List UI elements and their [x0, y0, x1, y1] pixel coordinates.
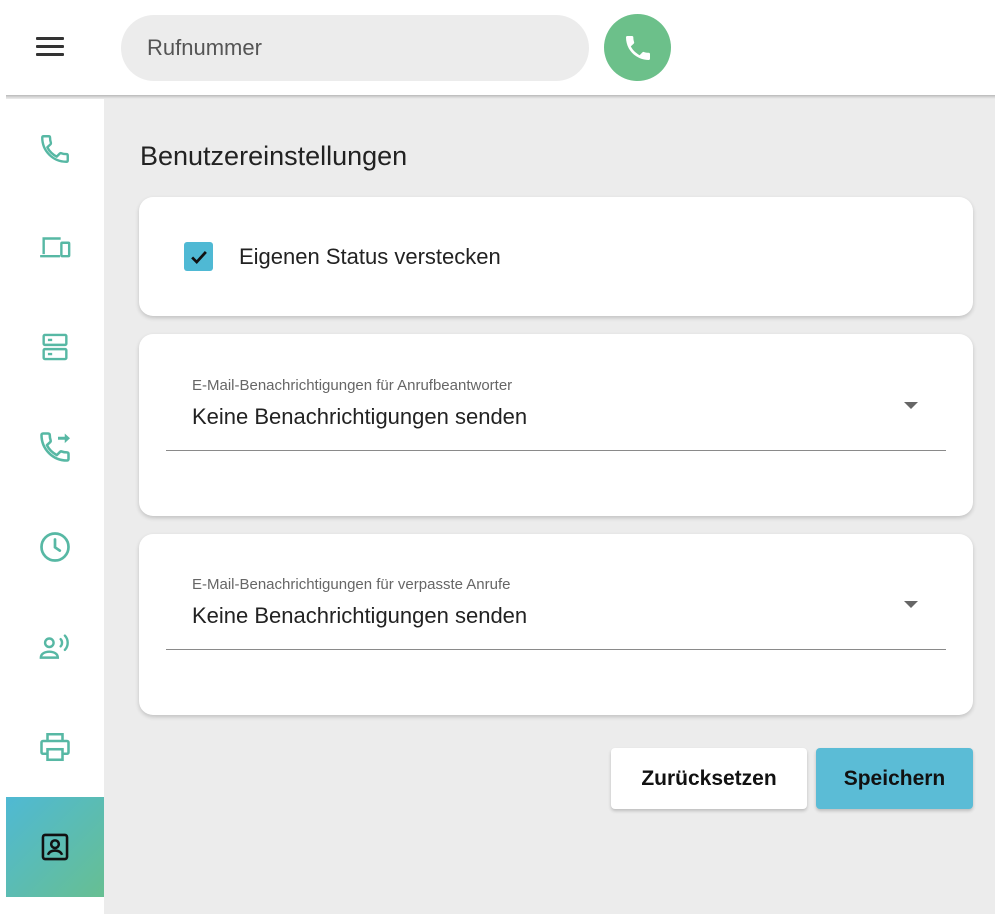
- phone-icon: [41, 135, 69, 163]
- status-card: Eigenen Status verstecken: [139, 197, 973, 316]
- menu-icon[interactable]: [30, 30, 70, 62]
- clock-icon: [40, 532, 70, 562]
- select-underline: [166, 450, 946, 451]
- devices-icon: [40, 237, 71, 258]
- sidebar-item-user-settings[interactable]: [6, 797, 104, 897]
- sidebar-item-history[interactable]: [6, 497, 104, 597]
- checkmark-icon: [190, 250, 207, 264]
- voice-user-icon: [39, 634, 69, 659]
- contact-card-icon: [41, 833, 69, 861]
- save-button[interactable]: Speichern: [816, 748, 973, 809]
- sidebar-item-server[interactable]: [6, 297, 104, 397]
- hide-status-checkbox[interactable]: [184, 242, 213, 271]
- sidebar-item-voicemail[interactable]: [6, 597, 104, 697]
- hide-status-label: Eigenen Status verstecken: [239, 243, 501, 269]
- hide-status-option[interactable]: Eigenen Status verstecken: [184, 242, 501, 271]
- top-bar: [0, 0, 995, 96]
- reset-button[interactable]: Zurücksetzen: [611, 748, 807, 809]
- select-label: E-Mail-Benachrichtigungen für Anrufbeant…: [192, 377, 513, 394]
- printer-icon: [40, 732, 70, 762]
- page-title: Benutzereinstellungen: [140, 141, 408, 171]
- call-button[interactable]: [604, 14, 671, 81]
- caret-down-icon: [904, 402, 918, 409]
- server-icon: [42, 333, 68, 361]
- select-value: Keine Benachrichtigungen senden: [192, 603, 528, 628]
- main-content: Benutzereinstellungen Eigenen Status ver…: [104, 99, 995, 914]
- select-label: E-Mail-Benachrichtigungen für verpasste …: [192, 576, 511, 593]
- missed-call-notification-select[interactable]: E-Mail-Benachrichtigungen für verpasste …: [166, 576, 946, 650]
- call-forward-icon: [40, 432, 70, 462]
- sidebar-item-fax[interactable]: [6, 697, 104, 797]
- voicemail-notification-card: E-Mail-Benachrichtigungen für Anrufbeant…: [139, 334, 973, 516]
- phone-icon: [625, 35, 650, 60]
- sidebar-item-call-forwarding[interactable]: [6, 397, 104, 497]
- voicemail-notification-select[interactable]: E-Mail-Benachrichtigungen für Anrufbeant…: [166, 377, 946, 451]
- sidebar-item-devices[interactable]: [6, 197, 104, 297]
- sidebar-item-calls[interactable]: [6, 99, 104, 199]
- sidebar: [6, 99, 104, 914]
- select-value: Keine Benachrichtigungen senden: [192, 404, 528, 429]
- missed-call-notification-card: E-Mail-Benachrichtigungen für verpasste …: [139, 534, 973, 715]
- select-underline: [166, 649, 946, 650]
- phone-number-input[interactable]: [121, 15, 589, 81]
- caret-down-icon: [904, 601, 918, 608]
